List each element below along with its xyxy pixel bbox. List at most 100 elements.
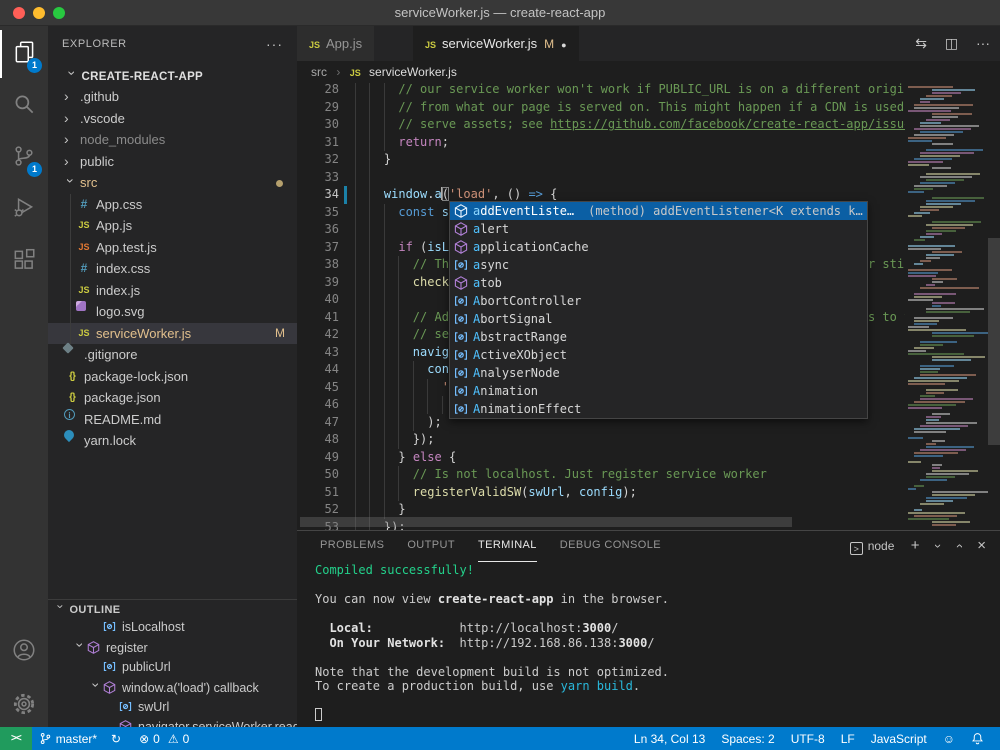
outline-item-label: publicUrl: [122, 660, 171, 674]
outline-item[interactable]: swUrl: [48, 697, 297, 717]
outline-item[interactable]: navigator.serviceWorker.read: [48, 717, 297, 727]
folder-name: public: [80, 153, 114, 169]
code-editor[interactable]: 28 // our service worker won't work if P…: [297, 83, 1000, 530]
outline-item[interactable]: › window.a('load') callback: [48, 677, 297, 697]
maximize-panel-icon[interactable]: ›: [944, 544, 974, 548]
outline-item[interactable]: publicUrl: [48, 657, 297, 677]
search-activity-button[interactable]: [0, 82, 48, 130]
branch-icon: [40, 732, 50, 745]
tab-app-js[interactable]: JS App.js: [297, 26, 376, 61]
outline-section-header[interactable]: › OUTLINE: [48, 599, 297, 617]
accounts-button[interactable]: [0, 628, 48, 676]
account-icon: [11, 637, 37, 668]
outline-item[interactable]: › register: [48, 637, 297, 657]
suggest-item-animation[interactable]: Animation: [450, 382, 867, 400]
breadcrumb-folder[interactable]: src: [311, 65, 327, 79]
terminal-line: You can now view create-react-app in the…: [315, 592, 670, 606]
source-control-activity-button[interactable]: 1: [0, 134, 48, 182]
remote-indicator[interactable]: ><: [0, 727, 32, 750]
suggest-item-label: atob: [473, 276, 502, 290]
file-row--github[interactable]: › .github: [48, 86, 297, 108]
json-file-icon: {}: [69, 370, 76, 382]
panel-tab-problems[interactable]: PROBLEMS: [320, 531, 384, 559]
suggest-item-atob[interactable]: atob: [450, 274, 867, 292]
file-row-src[interactable]: › src: [48, 172, 297, 194]
close-panel-icon[interactable]: ×: [977, 531, 986, 561]
suggest-item-label: async: [473, 258, 510, 272]
suggest-item-animationeffect[interactable]: AnimationEffect: [450, 400, 867, 418]
open-changes-icon[interactable]: ⇆: [915, 35, 927, 51]
suggest-item-abstractrange[interactable]: AbstractRange: [450, 328, 867, 346]
suggest-item-abortsignal[interactable]: AbortSignal: [450, 310, 867, 328]
workspace-root-row[interactable]: › CREATE-REACT-APP: [48, 64, 297, 86]
file-row-public[interactable]: › public: [48, 151, 297, 173]
variable-symbol-icon: [453, 383, 469, 399]
encoding-item[interactable]: UTF-8: [783, 727, 833, 750]
file-row-readme-md[interactable]: i README.md: [48, 408, 297, 431]
window-title: serviceWorker.js — create-react-app: [394, 5, 606, 20]
panel-tab-output[interactable]: OUTPUT: [407, 531, 455, 559]
file-row-package-lock-json[interactable]: {} package-lock.json: [48, 366, 297, 388]
explorer-more-actions-icon[interactable]: ···: [266, 26, 283, 62]
file-name: package-lock.json: [84, 368, 189, 384]
file-row--vscode[interactable]: › .vscode: [48, 108, 297, 130]
extensions-activity-button[interactable]: [0, 238, 48, 286]
suggest-item-addeventliste-[interactable]: addEventListe… (method) addEventListener<…: [450, 202, 867, 220]
suggest-item-async[interactable]: async: [450, 256, 867, 274]
file-row-logo-svg[interactable]: logo.svg: [48, 301, 297, 323]
line-number: 32: [324, 152, 339, 166]
explorer-activity-button[interactable]: 1: [0, 30, 48, 78]
eol-item[interactable]: LF: [833, 727, 863, 750]
tab-serviceworker-js[interactable]: JS serviceWorker.js M ●: [413, 26, 580, 61]
file-row-app-js[interactable]: JS App.js: [48, 215, 297, 237]
file-row-serviceworker-js[interactable]: JS serviceWorker.js M: [48, 322, 297, 344]
file-row-index-js[interactable]: JS index.js: [48, 280, 297, 302]
outline-item[interactable]: isLocalhost: [48, 617, 297, 637]
horizontal-scrollbar[interactable]: [300, 517, 792, 527]
suggest-item-applicationcache[interactable]: applicationCache: [450, 238, 867, 256]
vertical-scrollbar[interactable]: [988, 238, 1000, 445]
terminal-line: [315, 708, 975, 723]
terminal-line: On Your Network: http://192.168.86.138:3…: [329, 635, 655, 650]
terminal-shell-selector[interactable]: > node: [849, 531, 894, 561]
file-row-package-json[interactable]: {} package.json: [48, 387, 297, 409]
suggest-item-abortcontroller[interactable]: AbortController: [450, 292, 867, 310]
suggest-item-label: alert: [473, 222, 510, 236]
minimap[interactable]: [905, 83, 988, 530]
explorer-title: EXPLORER: [62, 38, 127, 50]
suggest-item-activexobject[interactable]: ActiveXObject: [450, 346, 867, 364]
suggest-item-analysernode[interactable]: AnalyserNode: [450, 364, 867, 382]
indentation-item[interactable]: Spaces: 2: [713, 727, 782, 750]
terminal-output[interactable]: Compiled successfully! You can now view …: [315, 563, 975, 723]
problems-item[interactable]: ⊗ 0 ⚠ 0: [132, 727, 196, 750]
panel-tab-terminal[interactable]: TERMINAL: [477, 531, 537, 562]
git-branch-item[interactable]: master*: [32, 727, 104, 750]
file-row-app-test-js[interactable]: JS App.test.js: [48, 237, 297, 259]
variable-symbol-icon: [453, 401, 469, 417]
suggest-item-alert[interactable]: alert: [450, 220, 867, 238]
new-terminal-button[interactable]: +: [911, 531, 920, 561]
feedback-smiley-icon[interactable]: ☺: [935, 727, 963, 750]
outline-item-label: register: [106, 641, 148, 655]
suggest-item-label: ActiveXObject: [473, 348, 567, 362]
run-debug-activity-button[interactable]: [0, 186, 48, 234]
line-number: 42: [324, 327, 339, 341]
file-row--gitignore[interactable]: .gitignore: [48, 342, 297, 366]
breadcrumb-file[interactable]: serviceWorker.js: [369, 65, 457, 79]
panel-tab-debug-console[interactable]: DEBUG CONSOLE: [560, 531, 661, 559]
line-number: 43: [324, 344, 339, 359]
title-bar: serviceWorker.js — create-react-app: [0, 0, 1000, 26]
more-actions-icon[interactable]: ···: [976, 35, 990, 51]
notifications-bell-icon[interactable]: [963, 727, 992, 750]
file-row-app-css[interactable]: # App.css: [48, 194, 297, 216]
sync-changes-button[interactable]: ↻: [104, 727, 132, 750]
line-number: 35: [324, 204, 339, 219]
file-row-node-modules[interactable]: › node_modules: [48, 129, 297, 151]
settings-button[interactable]: [0, 682, 48, 730]
file-row-yarn-lock[interactable]: yarn.lock: [48, 427, 297, 452]
language-mode-item[interactable]: JavaScript: [863, 727, 935, 750]
split-editor-icon[interactable]: ◫: [945, 35, 958, 51]
suggest-item-label: Animation: [473, 384, 539, 398]
file-row-index-css[interactable]: # index.css: [48, 258, 297, 280]
cursor-position-item[interactable]: Ln 34, Col 13: [626, 727, 713, 750]
